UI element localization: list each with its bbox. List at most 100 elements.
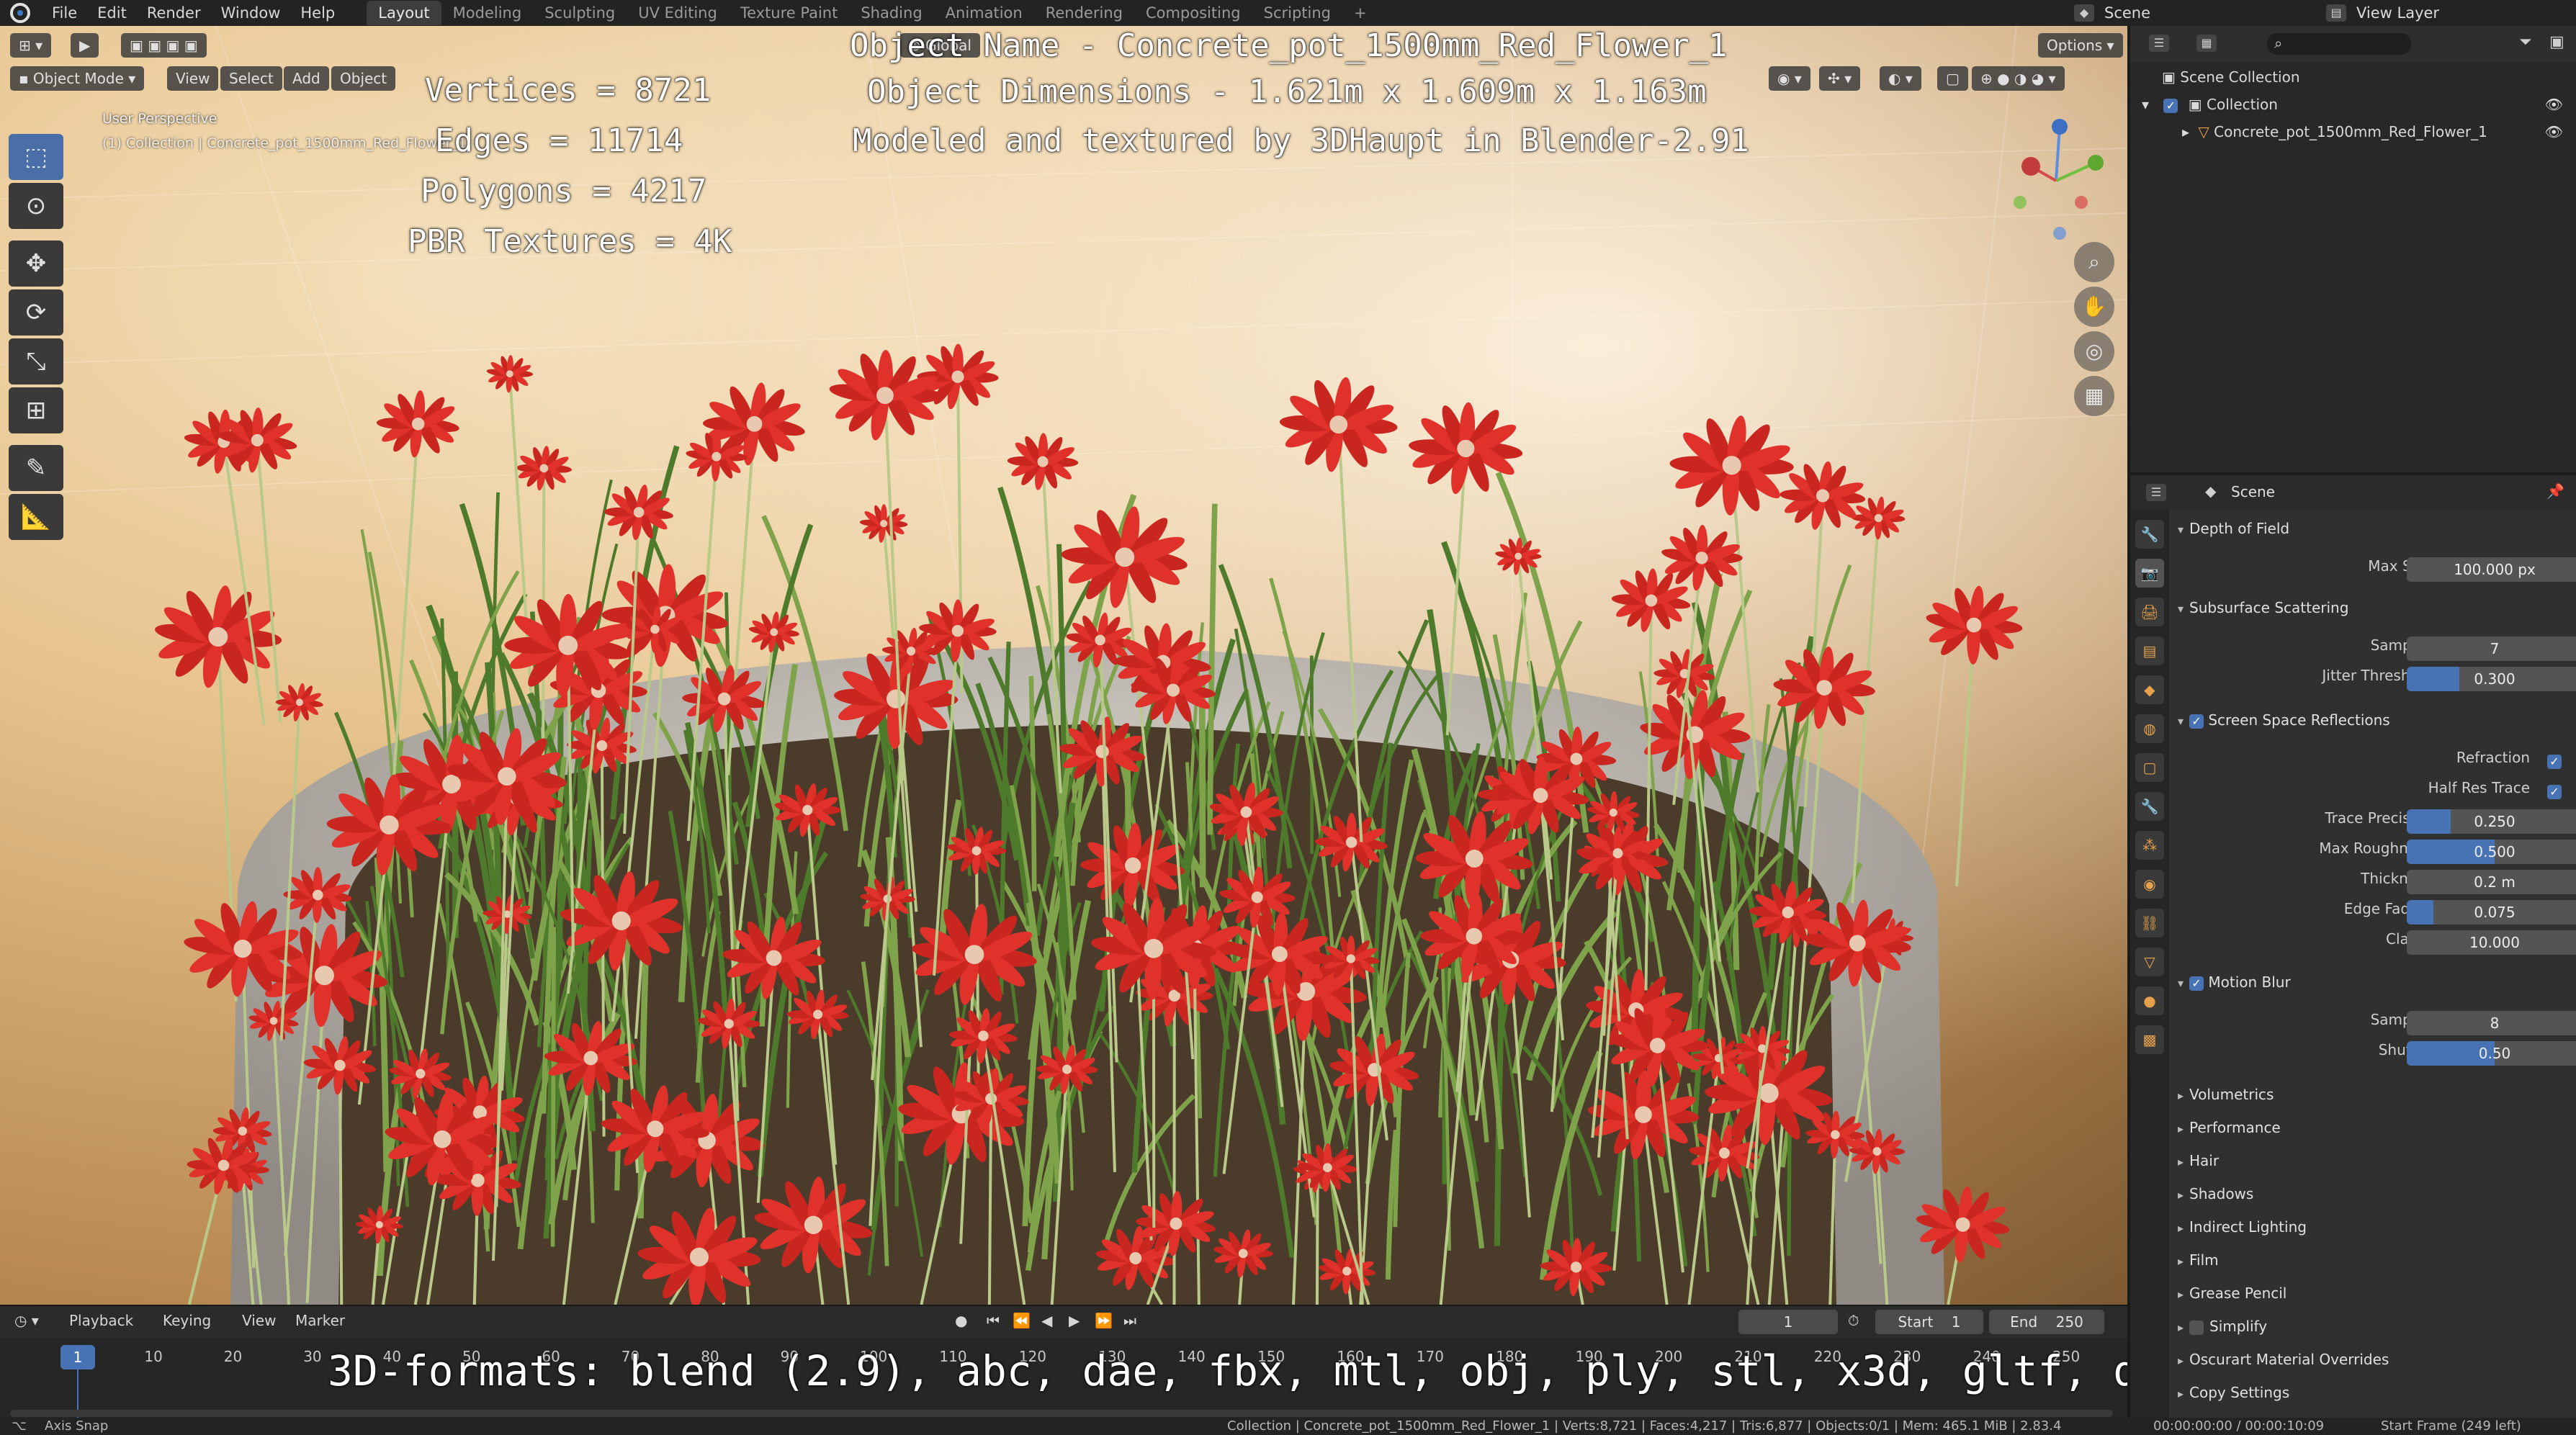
outliner-search-input[interactable]: ⌕ [2267,33,2411,55]
next-keyframe-icon[interactable]: ⏩ [1095,1312,1113,1329]
physics-tab-icon[interactable]: ◉ [2135,870,2164,899]
transform-tool-icon[interactable]: ⊞ [9,387,63,433]
panel-hair[interactable]: ▸ Hair [2169,1152,2576,1181]
menu-render[interactable]: Render [137,4,211,22]
timeline-scrollbar[interactable] [10,1410,2113,1417]
zoom-icon[interactable]: ⌕ [2074,242,2114,282]
pan-icon[interactable]: ✋ [2074,287,2114,327]
panel-shadows[interactable]: ▸ Shadows [2169,1185,2576,1214]
timeline-editor-type-icon[interactable]: ◷ ▾ [14,1312,39,1329]
tab-sculpting[interactable]: Sculpting [533,1,627,25]
object-menu[interactable]: Object [331,66,396,91]
render-tab-icon[interactable]: 📷 [2135,559,2164,588]
prev-keyframe-icon[interactable]: ⏪ [1013,1312,1031,1329]
menu-help[interactable]: Help [290,4,345,22]
output-tab-icon[interactable]: 🖨 [2135,598,2164,626]
jitter-threshold-slider[interactable]: 0.300 [2407,667,2576,691]
display-mode-icon[interactable]: ▦ [2196,35,2217,52]
new-collection-icon[interactable]: ▣ [2549,33,2564,51]
keying-menu[interactable]: Keying [163,1312,211,1329]
tab-layout[interactable]: Layout [367,1,441,25]
select-mode-buttons[interactable]: ▣ ▣ ▣ ▣ [121,33,207,58]
tab-texture-paint[interactable]: Texture Paint [729,1,850,25]
select-menu[interactable]: Select [220,66,282,91]
panel-performance[interactable]: ▸ Performance [2169,1119,2576,1148]
scale-tool-icon[interactable]: ⤡ [9,338,63,384]
data-tab-icon[interactable]: ▽ [2135,948,2164,976]
move-tool-icon[interactable]: ✥ [9,240,63,287]
jump-start-icon[interactable]: ⏮ [987,1312,1000,1329]
panel-subsurface-scattering[interactable]: ▾ Subsurface Scattering [2169,599,2576,628]
clamp-field[interactable]: 10.000 [2407,930,2576,955]
simplify-checkbox[interactable] [2189,1320,2204,1335]
tab-scripting[interactable]: Scripting [1252,1,1342,25]
annotate-tool-icon[interactable]: ✎ [9,445,63,491]
jump-end-icon[interactable]: ⏭ [1123,1312,1136,1329]
shutter-slider[interactable]: 0.50 [2407,1041,2576,1066]
max-roughness-slider[interactable]: 0.500 [2407,840,2576,864]
record-icon[interactable]: ● [955,1312,967,1329]
expand-arrow-icon[interactable]: ▾ [2142,96,2149,113]
expand-arrow-icon[interactable]: ▸ [2182,123,2189,140]
tab-modeling[interactable]: Modeling [441,1,534,25]
rotate-tool-icon[interactable]: ⟳ [9,289,63,336]
panel-film[interactable]: ▸ Film [2169,1251,2576,1280]
constraints-tab-icon[interactable]: ⛓ [2135,909,2164,937]
outliner-row-scene-collection[interactable]: ▣ Scene Collection [2130,63,2576,91]
play-reverse-icon[interactable]: ◀ [1041,1312,1052,1329]
max-size-field[interactable]: 100.000 px [2407,557,2576,582]
panel-screen-space-reflections[interactable]: ▾ ✓ Screen Space Reflections [2169,711,2576,740]
tab-compositing[interactable]: Compositing [1134,1,1252,25]
sss-samples-field[interactable]: 7 [2407,636,2576,661]
refraction-checkbox[interactable]: ✓ [2547,755,2562,769]
3d-viewport[interactable]: ⊞ ▾ ▶ ▣ ▣ ▣ ▣ ▪ Object Mode ▾ View Selec… [0,26,2127,1305]
view-menu[interactable]: View [167,66,219,91]
start-frame-field[interactable]: Start 1 [1875,1310,1983,1334]
overlays-toggle-icon[interactable]: ◐ ▾ [1880,66,1921,91]
gizmo-toggle-icon[interactable]: ✣ ▾ [1819,66,1861,91]
cursor-tool-icon[interactable]: ⊙ [9,183,63,229]
motion-blur-checkbox[interactable]: ✓ [2189,976,2204,991]
xray-toggle-icon[interactable]: ▢ [1937,66,1968,91]
outliner-row-collection[interactable]: ▾ ✓ ▣ Collection 👁 [2130,91,2576,118]
collection-checkbox[interactable]: ✓ [2163,98,2178,113]
playback-menu[interactable]: Playback [69,1312,133,1329]
panel-oscurart-material-overrides[interactable]: ▸ Oscurart Material Overrides [2169,1351,2576,1380]
options-dropdown[interactable]: Options ▾ [2038,33,2123,58]
add-workspace-button[interactable]: + [1342,1,1378,25]
panel-grease-pencil[interactable]: ▸ Grease Pencil [2169,1285,2576,1313]
world-tab-icon[interactable]: ◍ [2135,714,2164,743]
panel-indirect-lighting[interactable]: ▸ Indirect Lighting [2169,1218,2576,1247]
blender-logo-icon[interactable] [10,3,30,23]
modifier-tab-icon[interactable]: 🔧 [2135,792,2164,821]
shading-mode-buttons[interactable]: ⊕ ● ◑ ◕ ▾ [1972,66,2065,91]
texture-tab-icon[interactable]: ▩ [2135,1025,2164,1054]
ortho-toggle-icon[interactable]: ▦ [2074,376,2114,416]
playhead[interactable]: 1 [60,1345,95,1369]
particles-tab-icon[interactable]: ⁂ [2135,831,2164,860]
add-menu[interactable]: Add [284,66,329,91]
current-frame-field[interactable]: 1 [1738,1310,1838,1334]
outliner-editor-type-icon[interactable]: ☰ [2149,35,2169,52]
end-frame-field[interactable]: End 250 [1989,1310,2104,1334]
menu-window[interactable]: Window [211,4,291,22]
panel-copy-settings[interactable]: ▸ Copy Settings [2169,1384,2576,1413]
tab-animation[interactable]: Animation [934,1,1034,25]
object-tab-icon[interactable]: ▢ [2135,753,2164,782]
stopwatch-icon[interactable]: ⏱ [1848,1312,1859,1329]
panel-simplify[interactable]: ▸ Simplify [2169,1318,2576,1346]
pin-icon[interactable]: 📌 [2546,482,2564,500]
scene-tab-icon[interactable]: ◆ [2135,675,2164,704]
menu-edit[interactable]: Edit [87,4,137,22]
navigation-gizmo[interactable] [2002,112,2110,249]
scene-selector[interactable]: ◆ Scene [2074,0,2150,26]
eye-icon[interactable]: 👁 [2545,118,2563,145]
tab-rendering[interactable]: Rendering [1034,1,1134,25]
visibility-icon[interactable]: ◉ ▾ [1769,66,1810,91]
camera-view-icon[interactable]: ◎ [2074,331,2114,372]
eye-icon[interactable]: 👁 [2545,91,2563,118]
measure-tool-icon[interactable]: 📐 [9,494,63,540]
tab-shading[interactable]: Shading [849,1,933,25]
half-res-trace-checkbox[interactable]: ✓ [2547,785,2562,799]
trace-precision-slider[interactable]: 0.250 [2407,809,2576,834]
